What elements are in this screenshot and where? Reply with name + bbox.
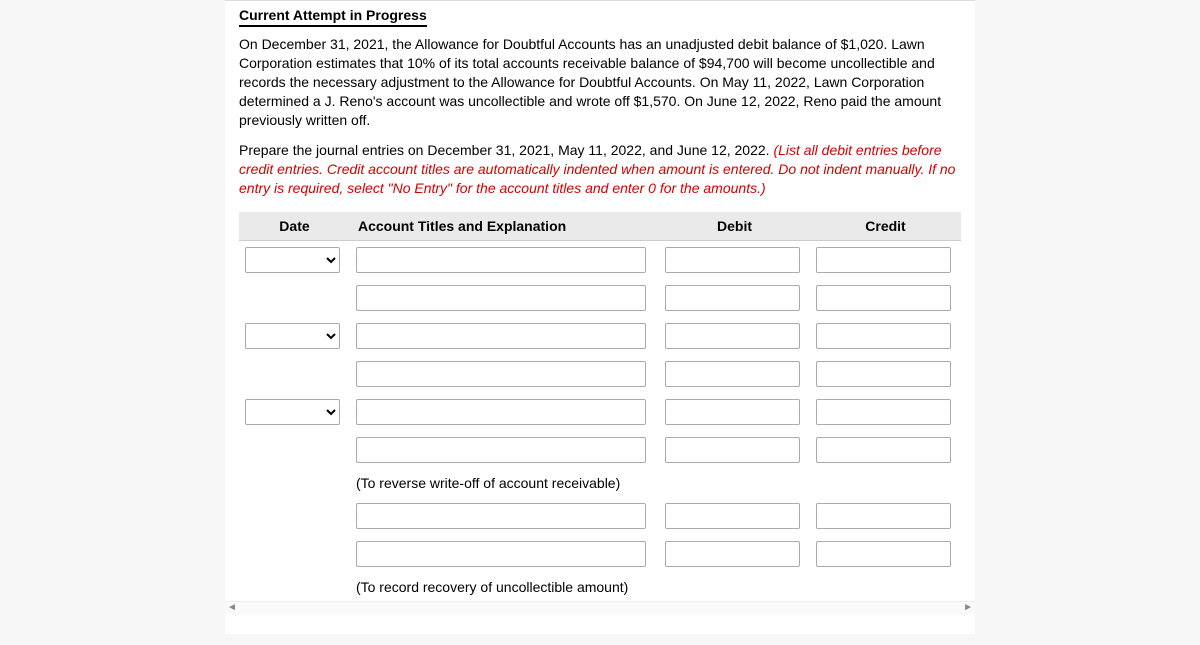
credit-input[interactable] xyxy=(816,323,951,349)
date-select[interactable] xyxy=(245,247,340,273)
credit-input[interactable] xyxy=(816,361,951,387)
debit-input[interactable] xyxy=(665,399,800,425)
date-select[interactable] xyxy=(245,323,340,349)
journal-entry-table: Date Account Titles and Explanation Debi… xyxy=(239,212,961,601)
debit-input[interactable] xyxy=(665,541,800,567)
header-debit: Debit xyxy=(659,212,810,241)
account-input[interactable] xyxy=(356,541,646,567)
table-row xyxy=(239,279,961,317)
credit-input[interactable] xyxy=(816,285,951,311)
table-row xyxy=(239,393,961,431)
account-input[interactable] xyxy=(356,361,646,387)
instruction-text: Prepare the journal entries on December … xyxy=(239,141,961,198)
credit-input[interactable] xyxy=(816,541,951,567)
debit-input[interactable] xyxy=(665,437,800,463)
debit-input[interactable] xyxy=(665,285,800,311)
date-select[interactable] xyxy=(245,399,340,425)
debit-input[interactable] xyxy=(665,361,800,387)
header-credit: Credit xyxy=(810,212,961,241)
chevron-left-icon: ◄ xyxy=(227,602,237,613)
account-input[interactable] xyxy=(356,247,646,273)
table-row xyxy=(239,535,961,573)
table-row xyxy=(239,241,961,280)
header-account: Account Titles and Explanation xyxy=(350,212,659,241)
instruction-black: Prepare the journal entries on December … xyxy=(239,142,773,158)
credit-input[interactable] xyxy=(816,399,951,425)
debit-input[interactable] xyxy=(665,247,800,273)
table-header-row: Date Account Titles and Explanation Debi… xyxy=(239,212,961,241)
horizontal-scrollbar[interactable]: ◄ ► xyxy=(225,601,975,614)
section-title: Current Attempt in Progress xyxy=(239,1,427,27)
table-row xyxy=(239,317,961,355)
account-input[interactable] xyxy=(356,399,646,425)
table-row xyxy=(239,355,961,393)
credit-input[interactable] xyxy=(816,503,951,529)
credit-input[interactable] xyxy=(816,437,951,463)
table-row xyxy=(239,497,961,535)
explanation-reverse: (To reverse write-off of account receiva… xyxy=(350,469,659,497)
table-row xyxy=(239,431,961,469)
table-row: (To reverse write-off of account receiva… xyxy=(239,469,961,497)
debit-input[interactable] xyxy=(665,323,800,349)
account-input[interactable] xyxy=(356,323,646,349)
table-row: (To record recovery of uncollectible amo… xyxy=(239,573,961,601)
header-date: Date xyxy=(239,212,350,241)
debit-input[interactable] xyxy=(665,503,800,529)
credit-input[interactable] xyxy=(816,247,951,273)
account-input[interactable] xyxy=(356,437,646,463)
account-input[interactable] xyxy=(356,503,646,529)
account-input[interactable] xyxy=(356,285,646,311)
explanation-recovery: (To record recovery of uncollectible amo… xyxy=(350,573,659,601)
chevron-right-icon: ► xyxy=(963,602,973,613)
question-body: On December 31, 2021, the Allowance for … xyxy=(239,35,961,129)
